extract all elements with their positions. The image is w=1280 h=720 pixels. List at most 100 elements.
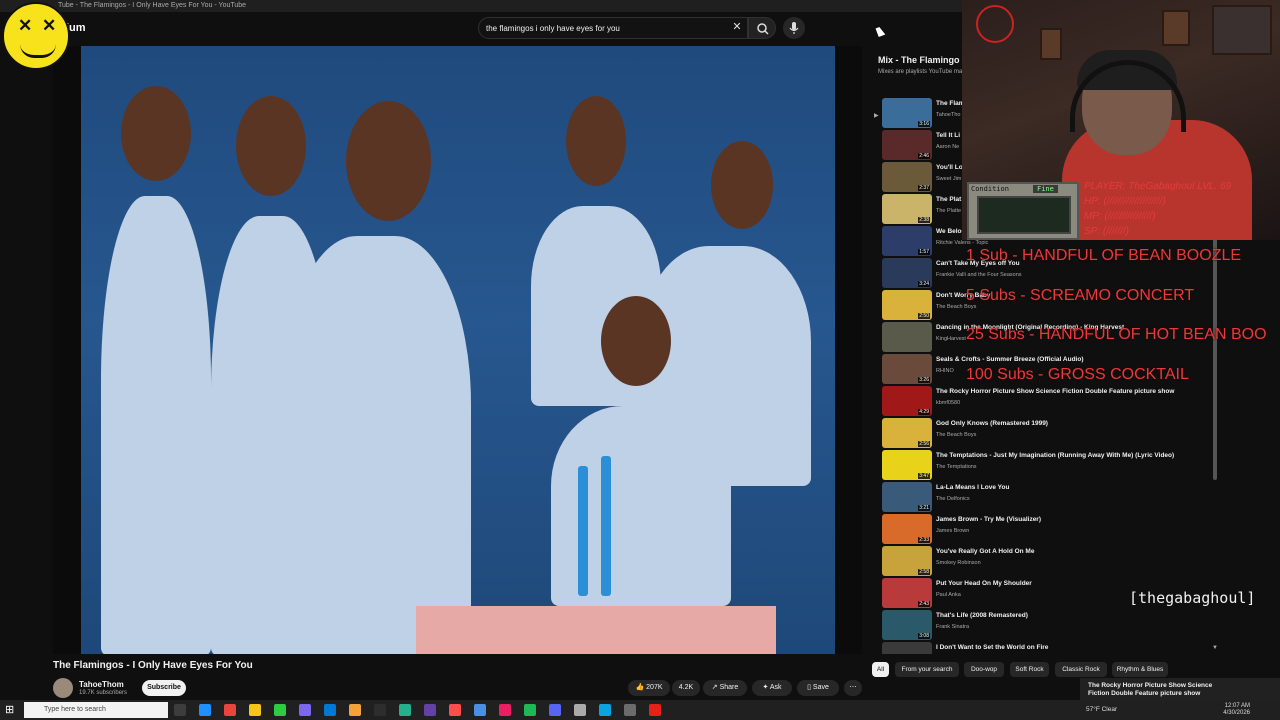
playlist-thumbnail[interactable]: 1:57 — [882, 226, 932, 256]
taskbar-app-icon[interactable] — [599, 704, 611, 716]
playlist-thumbnail[interactable]: 2:58 — [882, 546, 932, 576]
taskbar-app-icon[interactable] — [649, 704, 661, 716]
mix-title[interactable]: Mix - The Flamingo — [878, 55, 960, 65]
condition-status: Fine — [1033, 185, 1058, 193]
taskbar-app-icon[interactable] — [199, 704, 211, 716]
filter-chip[interactable]: From your search — [895, 662, 959, 677]
playlist-item-artist: KingHarvest — [936, 336, 966, 342]
taskbar-app-icon[interactable] — [324, 704, 336, 716]
taskbar-app-icon[interactable] — [424, 704, 436, 716]
playlist-item-artist: The Beach Boys — [936, 432, 977, 438]
playlist-item[interactable]: 4:29 The Rocky Horror Picture Show Scienc… — [882, 386, 1212, 416]
playlist-thumbnail[interactable]: 2:50 — [882, 290, 932, 320]
playlist-thumbnail[interactable]: 4:29 — [882, 386, 932, 416]
video-frame[interactable] — [81, 46, 835, 654]
playlist-thumbnail[interactable]: 2:46 — [882, 130, 932, 160]
playlist-item-artist: Sweet Jim — [936, 176, 962, 182]
taskbar-app-icon[interactable] — [449, 704, 461, 716]
playlist-item-title[interactable]: The Temptations - Just My Imagination (R… — [936, 452, 1174, 459]
playlist-thumbnail[interactable]: 2:38 — [882, 194, 932, 224]
ask-button[interactable]: ✦ Ask — [752, 680, 792, 696]
playlist-item-title[interactable]: I Don't Want to Set the World on Fire — [936, 644, 1048, 651]
playlist-item[interactable]: 3:47 The Temptations - Just My Imaginatio… — [882, 450, 1212, 480]
sub-goal: 100 Subs - GROSS COCKTAIL — [966, 366, 1189, 383]
condition-panel: Condition Fine — [967, 182, 1079, 240]
playlist-item[interactable]: I Don't Want to Set the World on Fire — [882, 642, 1212, 654]
taskbar-app-icon[interactable] — [249, 704, 261, 716]
playlist-thumbnail[interactable]: 2:33 — [882, 514, 932, 544]
taskbar-app-icon[interactable] — [374, 704, 386, 716]
playlist-item[interactable]: 2:58 You've Really Got A Hold On Me Smokey… — [882, 546, 1212, 576]
playlist-item-title[interactable]: The Plat — [936, 196, 961, 203]
channel-avatar[interactable] — [53, 678, 73, 698]
playlist-item-title[interactable]: You'll Lo — [936, 164, 963, 171]
filter-chip[interactable]: Soft Rock — [1010, 662, 1049, 677]
playlist-thumbnail[interactable]: 3:21 — [882, 482, 932, 512]
playlist-item-title[interactable]: Put Your Head On My Shoulder — [936, 580, 1032, 587]
search-input[interactable]: the flamingos i only have eyes for you — [478, 17, 748, 39]
voice-search-button[interactable] — [783, 17, 805, 39]
dislike-button[interactable]: 4.2K — [672, 680, 700, 696]
playlist-item-title[interactable]: La-La Means I Love You — [936, 484, 1009, 491]
taskbar-search-input[interactable]: Type here to search — [24, 702, 168, 718]
playlist-item-title[interactable]: James Brown - Try Me (Visualizer) — [936, 516, 1041, 523]
windows-start-icon[interactable]: ⊞ — [5, 704, 17, 716]
clock[interactable]: 12:07 AM 4/30/2026 — [1222, 703, 1250, 717]
clock-date: 4/30/2026 — [1223, 710, 1250, 716]
weather-widget[interactable]: 57°F Clear — [1086, 706, 1117, 713]
candle — [578, 466, 588, 596]
taskbar-app-icon[interactable] — [174, 704, 186, 716]
more-actions-button[interactable]: ⋯ — [844, 680, 862, 696]
scroll-down-icon[interactable]: ▼ — [1212, 645, 1218, 651]
taskbar-app-icon[interactable] — [624, 704, 636, 716]
taskbar-app-icon[interactable] — [349, 704, 361, 716]
playlist-item-artist: Aaron Ne — [936, 144, 960, 150]
like-button[interactable]: 👍 207K — [628, 680, 670, 696]
playlist-thumbnail[interactable]: 2:56 — [882, 418, 932, 448]
playlist-thumbnail[interactable] — [882, 322, 932, 352]
playlist-item-title[interactable]: You've Really Got A Hold On Me — [936, 548, 1034, 555]
taskbar-app-icon[interactable] — [274, 704, 286, 716]
playlist-thumbnail[interactable]: 3:24 — [882, 258, 932, 288]
filter-chip[interactable]: Classic Rock — [1055, 662, 1107, 677]
playlist-item[interactable]: 3:08 That's Life (2008 Remastered) Frank S… — [882, 610, 1212, 640]
search-button[interactable] — [748, 17, 776, 39]
singer-head — [346, 101, 431, 221]
save-button[interactable]: ▯ Save — [797, 680, 839, 696]
taskbar-app-icon[interactable] — [574, 704, 586, 716]
duration-badge: 2:37 — [918, 185, 930, 191]
filter-chip[interactable]: Doo-wop — [964, 662, 1004, 677]
channel-name[interactable]: TahoeThom — [79, 680, 124, 689]
taskbar-app-icon[interactable] — [524, 704, 536, 716]
filter-chip[interactable]: All — [872, 662, 889, 677]
subscribe-button[interactable]: Subscribe — [142, 680, 186, 696]
playlist-thumbnail[interactable]: 3:26 — [882, 354, 932, 384]
playlist-thumbnail[interactable]: 2:37 — [882, 162, 932, 192]
playlist-item-title[interactable]: The Flam — [936, 100, 965, 107]
taskbar-app-icon[interactable] — [499, 704, 511, 716]
clear-search-icon[interactable]: ✕ — [730, 20, 744, 34]
playlist-thumbnail[interactable]: 3:47 — [882, 450, 932, 480]
playlist-thumbnail[interactable]: 2:43 — [882, 578, 932, 608]
playlist-item-title[interactable]: God Only Knows (Remastered 1999) — [936, 420, 1048, 427]
taskbar-app-icon[interactable] — [224, 704, 236, 716]
playlist-item-title[interactable]: Seals & Crofts - Summer Breeze (Official… — [936, 356, 1084, 363]
playlist-item[interactable]: 2:33 James Brown - Try Me (Visualizer) Jam… — [882, 514, 1212, 544]
playlist-thumbnail[interactable]: 3:16 — [882, 98, 932, 128]
microphone-icon — [789, 22, 799, 34]
playlist-item-title[interactable]: The Rocky Horror Picture Show Science Fi… — [936, 388, 1174, 395]
taskbar-app-icon[interactable] — [399, 704, 411, 716]
playlist-item-title[interactable]: Tell It Li — [936, 132, 960, 139]
playlist-item[interactable]: 3:21 La-La Means I Love You The Delfonics — [882, 482, 1212, 512]
filter-chip[interactable]: Rhythm & Blues — [1112, 662, 1168, 677]
playlist-thumbnail[interactable]: 3:08 — [882, 610, 932, 640]
share-button[interactable]: ↗ Share — [703, 680, 747, 696]
playlist-thumbnail[interactable] — [882, 642, 932, 654]
duration-badge: 2:43 — [918, 601, 930, 607]
taskbar-app-icon[interactable] — [549, 704, 561, 716]
taskbar-app-icon[interactable] — [474, 704, 486, 716]
taskbar-app-icon[interactable] — [299, 704, 311, 716]
singer-head — [711, 141, 773, 229]
playlist-item-title[interactable]: That's Life (2008 Remastered) — [936, 612, 1028, 619]
playlist-item[interactable]: 2:56 God Only Knows (Remastered 1999) The … — [882, 418, 1212, 448]
